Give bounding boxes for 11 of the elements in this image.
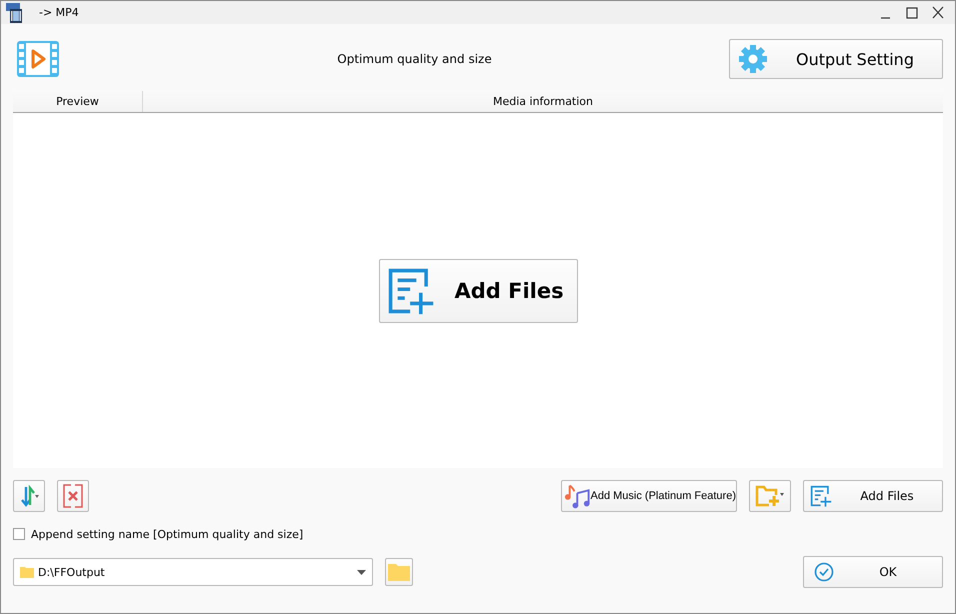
ok-button[interactable]: OK xyxy=(803,556,943,588)
add-files-button[interactable]: Add Files xyxy=(378,258,578,322)
add-files-button[interactable]: Add Files xyxy=(803,480,943,512)
checkbox-label: Append setting name [Optimum quality and size] xyxy=(31,528,304,540)
window-title: -> MP4 xyxy=(39,6,80,19)
profile-name: Optimum quality and size xyxy=(336,52,493,66)
output-setting-button[interactable]: Output Setting xyxy=(729,39,943,79)
add-music-button[interactable]: Add Music (Platinum Feature) xyxy=(561,480,737,512)
output-folder-dropdown[interactable]: D:\FFOutput xyxy=(13,558,373,586)
column-header[interactable]: Media information xyxy=(143,91,943,112)
column-header[interactable]: Preview xyxy=(13,91,143,112)
